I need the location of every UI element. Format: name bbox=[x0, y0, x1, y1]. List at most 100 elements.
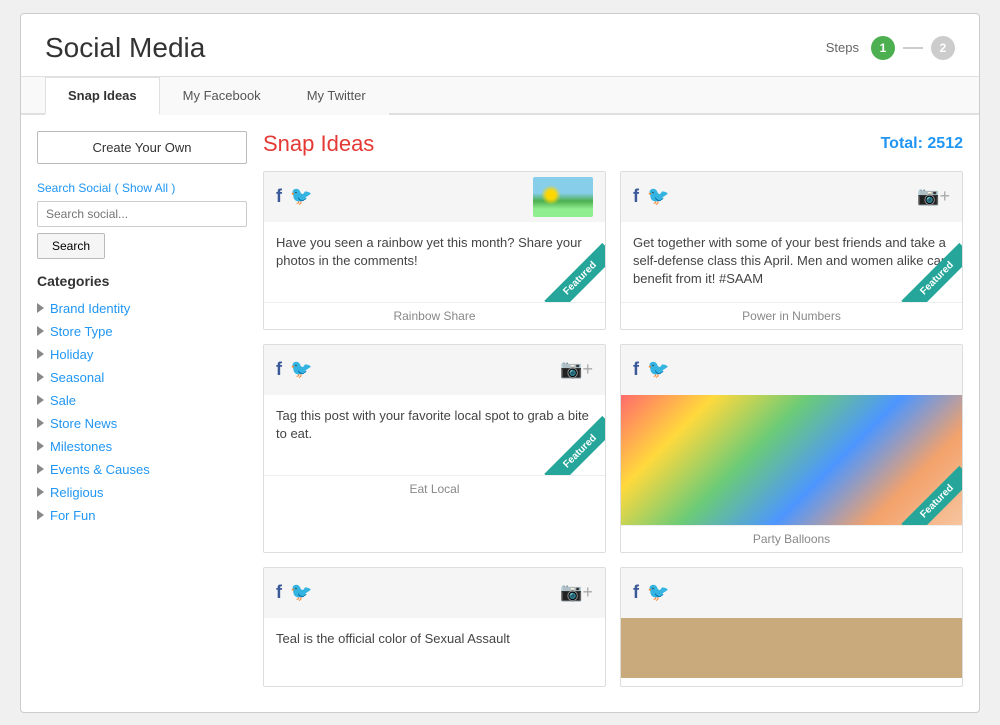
category-label: Store News bbox=[50, 416, 117, 431]
category-label: Store Type bbox=[50, 324, 113, 339]
card-social-icons: f 🐦 bbox=[633, 186, 669, 207]
facebook-icon: f bbox=[276, 359, 282, 380]
facebook-icon: f bbox=[633, 359, 639, 380]
category-arrow-icon bbox=[37, 395, 44, 405]
category-seasonal[interactable]: Seasonal bbox=[37, 366, 247, 389]
categories-title: Categories bbox=[37, 273, 247, 289]
tab-my-twitter[interactable]: My Twitter bbox=[284, 77, 389, 115]
category-sale[interactable]: Sale bbox=[37, 389, 247, 412]
card-social-icons: f 🐦 bbox=[633, 359, 669, 380]
category-arrow-icon bbox=[37, 372, 44, 382]
featured-badge bbox=[535, 405, 605, 475]
content-title: Snap Ideas bbox=[263, 131, 374, 157]
card-top: f 🐦 📷+ bbox=[264, 345, 605, 395]
card-body bbox=[621, 395, 962, 525]
facebook-icon: f bbox=[276, 582, 282, 603]
card-social-icons: f 🐦 bbox=[276, 359, 312, 380]
search-social-text: Search Social bbox=[37, 181, 111, 195]
card-text: Teal is the official color of Sexual Ass… bbox=[276, 630, 593, 648]
card-body: Teal is the official color of Sexual Ass… bbox=[264, 618, 605, 687]
card-tan[interactable]: f 🐦 bbox=[620, 567, 963, 687]
photo-icon: 📷+ bbox=[560, 359, 593, 380]
tab-my-facebook[interactable]: My Facebook bbox=[160, 77, 284, 115]
card-footer: Eat Local bbox=[264, 475, 605, 502]
content-area: Snap Ideas Total: 2512 f 🐦 Have you seen… bbox=[263, 131, 963, 687]
step-2-circle: 2 bbox=[931, 36, 955, 60]
card-footer: Rainbow Share bbox=[264, 302, 605, 329]
total-value: 2512 bbox=[927, 135, 963, 152]
content-header: Snap Ideas Total: 2512 bbox=[263, 131, 963, 157]
category-label: Milestones bbox=[50, 439, 112, 454]
category-label: For Fun bbox=[50, 508, 96, 523]
category-arrow-icon bbox=[37, 487, 44, 497]
page-header: Social Media Steps 1 2 bbox=[21, 14, 979, 77]
category-label: Events & Causes bbox=[50, 462, 150, 477]
card-top: f 🐦 bbox=[621, 345, 962, 395]
card-body: Have you seen a rainbow yet this month? … bbox=[264, 222, 605, 302]
step-line bbox=[903, 47, 923, 49]
categories-section: Categories Brand Identity Store Type Hol… bbox=[37, 273, 247, 527]
page-title: Social Media bbox=[45, 32, 205, 64]
search-section: Search Social ( Show All ) Search bbox=[37, 180, 247, 259]
category-label: Seasonal bbox=[50, 370, 104, 385]
twitter-icon: 🐦 bbox=[290, 582, 312, 603]
total-label: Total: bbox=[881, 135, 928, 152]
page-container: Social Media Steps 1 2 Snap Ideas My Fac… bbox=[20, 13, 980, 713]
tan-image bbox=[621, 618, 962, 678]
facebook-icon: f bbox=[633, 582, 639, 603]
total-text: Total: 2512 bbox=[881, 135, 963, 153]
category-arrow-icon bbox=[37, 349, 44, 359]
twitter-icon: 🐦 bbox=[647, 582, 669, 603]
card-footer: Power in Numbers bbox=[621, 302, 962, 329]
category-arrow-icon bbox=[37, 441, 44, 451]
category-holiday[interactable]: Holiday bbox=[37, 343, 247, 366]
create-own-button[interactable]: Create Your Own bbox=[37, 131, 247, 164]
card-power-in-numbers[interactable]: f 🐦 📷+ Get together with some of your be… bbox=[620, 171, 963, 330]
category-brand-identity[interactable]: Brand Identity bbox=[37, 297, 247, 320]
category-for-fun[interactable]: For Fun bbox=[37, 504, 247, 527]
facebook-icon: f bbox=[276, 186, 282, 207]
card-social-icons: f 🐦 bbox=[276, 582, 312, 603]
photo-icon: 📷+ bbox=[560, 582, 593, 603]
card-body: Get together with some of your best frie… bbox=[621, 222, 962, 302]
twitter-icon: 🐦 bbox=[647, 186, 669, 207]
card-thumbnail bbox=[533, 177, 593, 217]
category-milestones[interactable]: Milestones bbox=[37, 435, 247, 458]
step-1-circle: 1 bbox=[871, 36, 895, 60]
tab-snap-ideas[interactable]: Snap Ideas bbox=[45, 77, 160, 115]
category-label: Sale bbox=[50, 393, 76, 408]
category-arrow-icon bbox=[37, 464, 44, 474]
sidebar: Create Your Own Search Social ( Show All… bbox=[37, 131, 247, 687]
category-label: Brand Identity bbox=[50, 301, 130, 316]
featured-badge bbox=[892, 455, 962, 525]
category-arrow-icon bbox=[37, 418, 44, 428]
category-arrow-icon bbox=[37, 510, 44, 520]
category-events-causes[interactable]: Events & Causes bbox=[37, 458, 247, 481]
card-party-balloons[interactable]: f 🐦 Party Balloons bbox=[620, 344, 963, 553]
search-button[interactable]: Search bbox=[37, 233, 105, 259]
steps-container: Steps 1 2 bbox=[826, 36, 955, 60]
category-religious[interactable]: Religious bbox=[37, 481, 247, 504]
featured-badge bbox=[892, 232, 962, 302]
category-label: Religious bbox=[50, 485, 103, 500]
card-footer: Party Balloons bbox=[621, 525, 962, 552]
category-label: Holiday bbox=[50, 347, 93, 362]
card-top: f 🐦 📷+ bbox=[621, 172, 962, 222]
search-input[interactable] bbox=[37, 201, 247, 227]
category-arrow-icon bbox=[37, 303, 44, 313]
tabs-bar: Snap Ideas My Facebook My Twitter bbox=[21, 77, 979, 115]
card-top: f 🐦 bbox=[621, 568, 962, 618]
steps-label: Steps bbox=[826, 40, 859, 55]
card-body: Tag this post with your favorite local s… bbox=[264, 395, 605, 475]
twitter-icon: 🐦 bbox=[290, 359, 312, 380]
card-eat-local[interactable]: f 🐦 📷+ Tag this post with your favorite … bbox=[263, 344, 606, 553]
twitter-icon: 🐦 bbox=[647, 359, 669, 380]
main-content: Create Your Own Search Social ( Show All… bbox=[21, 115, 979, 703]
card-rainbow-share[interactable]: f 🐦 Have you seen a rainbow yet this mon… bbox=[263, 171, 606, 330]
card-top: f 🐦 📷+ bbox=[264, 568, 605, 618]
cards-grid: f 🐦 Have you seen a rainbow yet this mon… bbox=[263, 171, 963, 687]
card-teal[interactable]: f 🐦 📷+ Teal is the official color of Sex… bbox=[263, 567, 606, 687]
category-store-news[interactable]: Store News bbox=[37, 412, 247, 435]
show-all-link[interactable]: ( Show All ) bbox=[115, 181, 176, 195]
category-store-type[interactable]: Store Type bbox=[37, 320, 247, 343]
